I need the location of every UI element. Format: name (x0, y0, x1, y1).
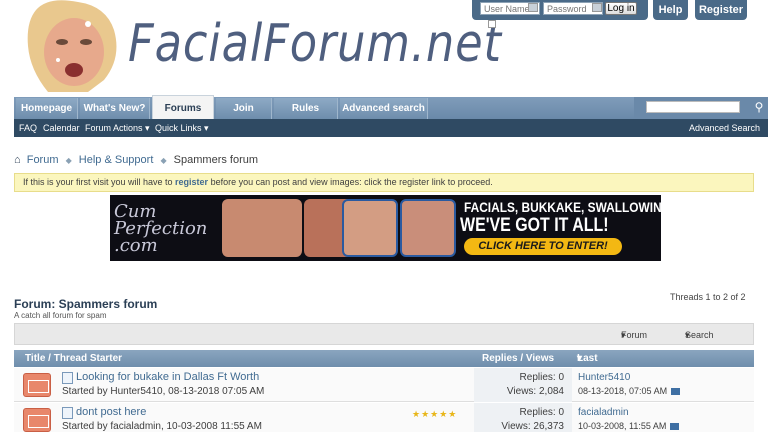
breadcrumb-separator-icon: ◆ (65, 156, 72, 165)
last-post-user[interactable]: Hunter5410 (578, 372, 630, 383)
thread-replies: Replies: 0 (519, 407, 564, 418)
search-icon[interactable]: ⚲ (751, 99, 767, 115)
table-row: Looking for bukake in Dallas Ft Worth St… (14, 368, 754, 402)
col-title-starter[interactable]: Title / Thread Starter (25, 350, 122, 367)
tab-join[interactable]: Join (216, 98, 272, 119)
go-to-last-post-icon[interactable] (671, 388, 681, 396)
guest-notice: If this is your first visit you will hav… (14, 173, 754, 192)
tab-homepage[interactable]: Homepage (16, 98, 78, 119)
thread-views: Views: 26,373 (501, 421, 564, 432)
table-row: dont post here ★★★★★ Started by facialad… (14, 403, 754, 432)
ad-banner[interactable]: Cum Perfection .com FACIALS, BUKKAKE, SW… (110, 195, 661, 261)
subnav-quick-links[interactable]: Quick Links ▾ (155, 119, 209, 137)
remember-me-checkbox[interactable] (488, 20, 496, 28)
thread-rating-stars: ★★★★★ (412, 409, 458, 419)
forum-tools-menu[interactable]: Forum Tools▾ (621, 324, 647, 362)
banner-logo: Cum Perfection .com (114, 201, 208, 256)
home-icon[interactable]: ⌂ (14, 154, 21, 166)
banner-tagline: FACIALS, BUKKAKE, SWALLOWING, (464, 199, 661, 215)
notice-text-before: If this is your first visit you will hav… (23, 177, 176, 187)
banner-photo (222, 199, 302, 257)
help-button[interactable]: Help (653, 0, 688, 20)
last-post-date: 08-13-2018, 07:05 AM (578, 386, 681, 396)
forum-title: Forum: Spammers forum (14, 297, 158, 311)
forum-description: A catch all forum for spam (14, 311, 107, 320)
col-replies-views[interactable]: Replies / Views (482, 350, 554, 367)
tab-advanced-search[interactable]: Advanced search (340, 98, 428, 119)
thread-replies: Replies: 0 (519, 372, 564, 383)
last-post-date-text: 08-13-2018, 07:05 AM (578, 386, 668, 396)
tab-rules[interactable]: Rules (274, 98, 338, 119)
password-key-icon (592, 3, 602, 12)
go-to-last-post-icon[interactable] (670, 423, 680, 431)
banner-enter-button[interactable]: CLICK HERE TO ENTER! (464, 238, 622, 255)
site-header: FacialForum.net Log in Help Register (0, 0, 768, 96)
thread-title-link[interactable]: Looking for bukake in Dallas Ft Worth (76, 371, 259, 383)
thread-table-header: Title / Thread Starter Replies / Views L… (14, 350, 754, 398)
site-logo[interactable]: FacialForum.net (128, 14, 502, 74)
last-post-user[interactable]: facialadmin (578, 407, 629, 418)
forum-tools-bar: Forum Tools▾ Search Forum▾ (14, 323, 754, 362)
page: FacialForum.net Log in Help Register Hom… (0, 0, 768, 432)
breadcrumb-help-support[interactable]: Help & Support (79, 154, 154, 166)
notice-text-after: before you can post and view images: cli… (208, 177, 493, 187)
breadcrumb-current: Spammers forum (173, 154, 259, 166)
search-forum-label: Search Forum (685, 330, 714, 362)
forum-tools-label: Forum Tools (621, 330, 648, 362)
search-box: ⚲ (634, 97, 768, 119)
col-last-post-label: Last Post By (577, 353, 599, 398)
login-button[interactable]: Log in (605, 2, 637, 15)
sub-navbar: FAQ Calendar Forum Actions ▾ Quick Links… (14, 119, 768, 137)
thread-doc-icon (62, 372, 73, 384)
username-key-icon (528, 3, 538, 12)
thread-title-link[interactable]: dont post here (76, 406, 146, 418)
banner-photo (400, 199, 456, 257)
thread-status-icon (23, 408, 51, 432)
banner-headline: WE'VE GOT IT ALL! (460, 215, 609, 236)
subnav-advanced-search[interactable]: Advanced Search (689, 119, 760, 137)
tab-forums[interactable]: Forums (152, 95, 214, 119)
thread-starter: Started by Hunter5410, 08-13-2018 07:05 … (62, 386, 265, 397)
banner-photo (342, 199, 398, 257)
logo-photo (18, 0, 126, 92)
breadcrumb: ⌂ Forum ◆ Help & Support ◆ Spammers foru… (14, 153, 258, 167)
thread-starter: Started by facialadmin, 10-03-2008 11:55… (62, 421, 262, 432)
search-input[interactable] (646, 101, 740, 113)
tab-whats-new[interactable]: What's New? (80, 98, 150, 119)
breadcrumb-separator-icon: ◆ (160, 156, 167, 165)
last-post-date-text: 10-03-2008, 11:55 AM (578, 421, 667, 431)
notice-register-link[interactable]: register (175, 177, 208, 187)
last-post-date: 10-03-2008, 11:55 AM (578, 421, 680, 431)
col-last-post[interactable]: Last Post By ▾ (577, 350, 599, 398)
thread-stats: Replies: 0 Views: 26,373 (474, 403, 572, 432)
thread-stats: Replies: 0 Views: 2,084 (474, 368, 572, 402)
search-forum-menu[interactable]: Search Forum▾ (685, 324, 714, 362)
breadcrumb-forum[interactable]: Forum (27, 154, 59, 166)
thread-status-icon (23, 373, 51, 397)
thread-doc-icon (62, 407, 73, 419)
threads-count: Threads 1 to 2 of 2 (670, 292, 746, 302)
register-button[interactable]: Register (695, 0, 747, 20)
subnav-forum-actions[interactable]: Forum Actions ▾ (85, 119, 150, 137)
subnav-faq[interactable]: FAQ (19, 119, 37, 137)
thread-views: Views: 2,084 (506, 386, 564, 397)
subnav-calendar[interactable]: Calendar (43, 119, 80, 137)
